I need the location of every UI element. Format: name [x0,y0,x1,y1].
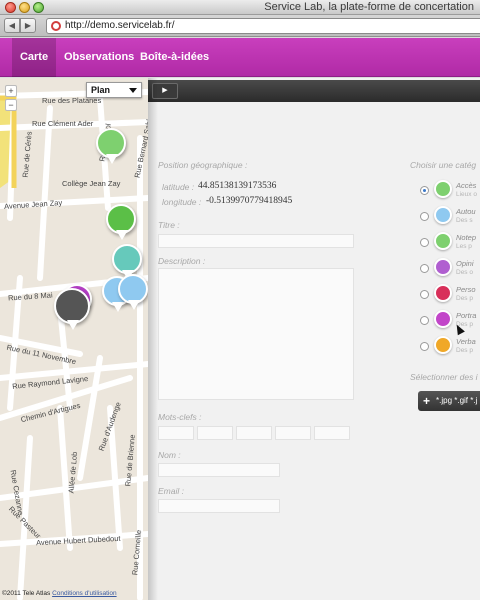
map-type-value: Plan [91,85,111,95]
category-hotspot-icon [434,232,452,250]
select-images-label: Sélectionner des i [410,372,478,382]
category-person-icon [434,284,452,302]
category-description: Des p [456,347,473,354]
longitude-value: -0.5139970779418945 [206,196,293,206]
map-attribution-text: ©2011 Tele Atlas [2,590,51,597]
category-name: Verba [456,337,476,346]
browser-toolbar: ◀ ▶ http://demo.servicelab.fr/ [0,15,480,37]
panel-shadow [148,78,158,600]
zoom-out-button[interactable]: − [5,99,17,111]
title-label: Titre : [158,220,180,230]
url-text: http://demo.servicelab.fr/ [65,20,175,31]
description-textarea[interactable] [158,268,354,400]
location-label: Position géographique : [158,160,248,170]
address-bar[interactable]: http://demo.servicelab.fr/ [46,18,480,34]
category-description: Des p [456,295,473,302]
category-option[interactable]: Accès Lieux o [420,180,480,202]
map-attribution: ©2011 Tele Atlas Conditions d'utilisatio… [2,590,117,597]
upload-label: *.jpg *.gif *.j [436,396,478,405]
category-label: Choisir une catég [410,160,477,170]
latitude-value: 44.85138139173536 [198,181,277,191]
category-option[interactable]: Opini Des o [420,258,480,280]
title-input[interactable] [158,234,354,248]
category-description: Des s [456,217,473,224]
category-opinion-icon [434,258,452,276]
street-label: Collège Jean Zay [62,179,121,188]
panel-toolbar: ▶ [148,80,480,102]
category-verbatim-icon [434,336,452,354]
longitude-label: longitude : [162,197,202,207]
name-input[interactable] [158,463,280,477]
email-label: Email : [158,486,184,496]
category-radio[interactable] [420,290,429,299]
category-description: Lieux o [456,191,477,198]
window-titlebar: Service Lab, la plate-forme de concertat… [0,0,480,15]
category-portrait-icon [434,310,452,328]
tab-observations[interactable]: Observations [64,38,134,77]
minimize-window-icon[interactable] [19,2,30,13]
description-label: Description : [158,256,206,266]
category-option[interactable]: Verba Des p [420,336,480,358]
category-radio[interactable] [420,316,429,325]
category-description: Les p [456,243,472,250]
category-radio[interactable] [420,238,429,247]
app-window: Service Lab, la plate-forme de concertat… [0,0,480,600]
keywords-label: Mots-clefs : [158,412,202,422]
category-name: Perso [456,285,476,294]
category-name: Portra [456,311,477,320]
category-radio[interactable] [420,264,429,273]
email-input[interactable] [158,499,280,513]
tab-carte[interactable]: Carte [12,38,56,77]
category-option[interactable]: Autou Des s [420,206,480,228]
category-name: Autou [456,207,476,216]
map-terms-link[interactable]: Conditions d'utilisation [52,590,116,597]
keyword-input[interactable] [314,426,350,440]
category-option[interactable]: Perso Des p [420,284,480,306]
forward-button[interactable]: ▶ [20,18,36,33]
category-name: Opini [456,259,474,268]
keyword-input[interactable] [236,426,272,440]
category-access-icon [434,180,452,198]
category-description: Des o [456,269,473,276]
back-button[interactable]: ◀ [4,18,20,33]
site-favicon-icon [51,21,61,31]
category-option[interactable]: Portra Des p [420,310,480,332]
zoom-in-button[interactable]: + [5,85,17,97]
plus-icon: + [423,394,431,408]
window-title: Service Lab, la plate-forme de concertat… [264,1,474,13]
name-label: Nom : [158,450,181,460]
category-name: Notep [456,233,477,242]
category-option[interactable]: Notep Les p [420,232,480,254]
observation-form-panel: ▶ Position géographique : latitude : 44.… [148,78,480,600]
close-window-icon[interactable] [5,2,16,13]
chevron-down-icon [129,88,137,93]
tab-boite-a-idees[interactable]: Boîte-à-idées [140,38,209,77]
zoom-window-icon[interactable] [33,2,44,13]
category-name: Accès [456,181,477,190]
street-label: Rue Clément Ader [32,119,94,128]
keyword-input[interactable] [158,426,194,440]
category-people-icon [434,206,452,224]
category-radio[interactable] [420,212,429,221]
map-type-select[interactable]: Plan [86,82,142,98]
category-radio-selected[interactable] [420,186,429,195]
map-view[interactable]: Rue des Platanes Rue Clément Ader Rue La… [0,78,148,600]
latitude-label: latitude : [162,182,195,192]
category-radio[interactable] [420,342,429,351]
keyword-input[interactable] [275,426,311,440]
site-nav: Carte Observations Boîte-à-idées [0,38,480,77]
upload-images-button[interactable]: + *.jpg *.gif *.j [418,391,480,411]
keyword-input[interactable] [197,426,233,440]
